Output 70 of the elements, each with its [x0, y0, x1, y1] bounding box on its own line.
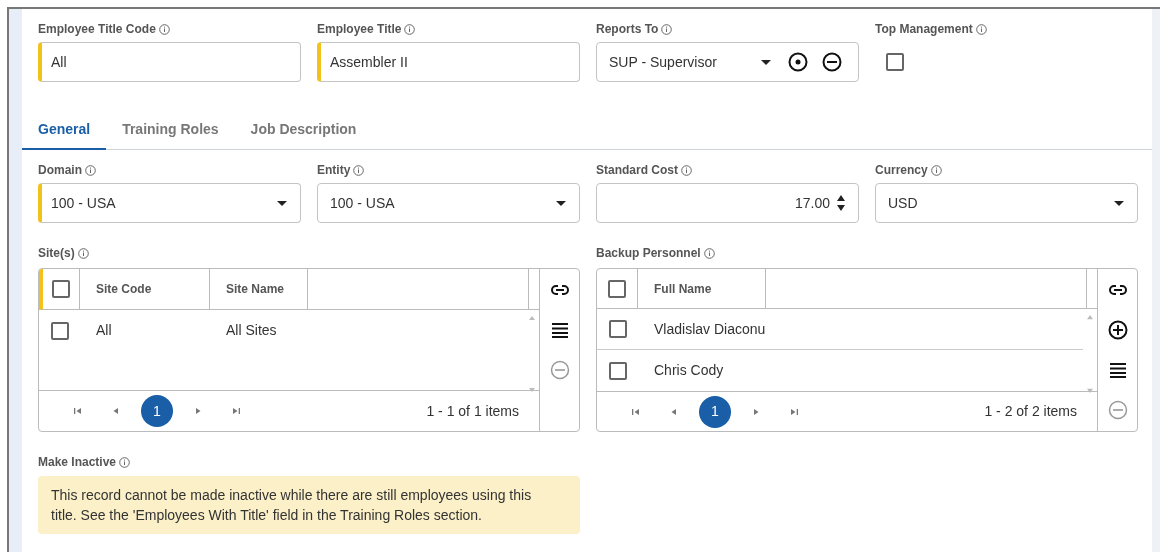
- info-icon[interactable]: [85, 164, 96, 176]
- page-button[interactable]: 1: [699, 395, 731, 428]
- remove-icon[interactable]: [822, 52, 842, 72]
- row-checkbox[interactable]: [608, 361, 627, 380]
- last-page-icon[interactable]: [789, 406, 799, 417]
- info-icon[interactable]: [975, 23, 987, 35]
- input-field[interactable]: Assembler II: [317, 42, 580, 82]
- input-field[interactable]: All: [38, 42, 301, 82]
- select-all-checkbox[interactable]: [608, 279, 626, 298]
- table-cell-text: Vladislav Diaconu: [653, 319, 767, 339]
- field-label: Currency: [875, 162, 928, 178]
- table-cell-text: All Sites: [225, 321, 278, 340]
- info-icon[interactable]: [703, 247, 715, 259]
- info-icon[interactable]: [353, 164, 365, 176]
- scrollbar[interactable]: [528, 314, 536, 394]
- column-header[interactable]: Site Name: [210, 269, 308, 309]
- tab[interactable]: Training Roles: [106, 110, 235, 150]
- field-label: Domain: [38, 162, 82, 178]
- column-header[interactable]: Full Name: [638, 269, 766, 308]
- row-checkbox[interactable]: [608, 320, 627, 338]
- dropdown-caret-icon[interactable]: [1113, 199, 1125, 207]
- dropdown-field[interactable]: USD: [875, 183, 1138, 223]
- field-label: Employee Title Code: [38, 21, 156, 37]
- field-label: Entity: [317, 162, 351, 178]
- tab[interactable]: General: [22, 110, 107, 150]
- checkbox[interactable]: [886, 53, 904, 71]
- previous-page-icon[interactable]: [669, 406, 679, 417]
- field-label: Site(s): [38, 245, 75, 261]
- first-page-icon[interactable]: [73, 406, 83, 416]
- info-icon[interactable]: [77, 247, 89, 259]
- scrollbar[interactable]: [1086, 313, 1094, 395]
- spinner-icon[interactable]: [836, 193, 846, 213]
- info-icon[interactable]: [930, 164, 942, 176]
- field-label: Backup Personnel: [596, 245, 701, 261]
- pager-summary: 1 - 1 of 1 items: [426, 401, 519, 421]
- table-cell-text: All: [95, 321, 113, 340]
- warning-message: This record cannot be made inactive while there are still employees using this title. See the 'Employees With Title' field in the Training Roles section.: [38, 476, 580, 534]
- add-icon[interactable]: [1107, 320, 1128, 340]
- previous-page-icon[interactable]: [111, 406, 121, 416]
- field-label: Standard Cost: [596, 162, 678, 178]
- dropdown-field[interactable]: 100 - USA: [38, 183, 301, 223]
- first-page-icon[interactable]: [631, 406, 641, 417]
- info-icon[interactable]: [661, 23, 673, 35]
- field-label: Employee Title: [317, 21, 402, 37]
- number-field[interactable]: 17.00: [596, 183, 859, 223]
- pager-summary: 1 - 2 of 2 items: [984, 402, 1077, 421]
- info-icon[interactable]: [404, 23, 416, 35]
- select-all-checkbox[interactable]: [52, 280, 70, 298]
- info-icon[interactable]: [119, 456, 131, 468]
- list-icon[interactable]: [549, 320, 570, 340]
- field-label: Reports To: [596, 21, 659, 37]
- target-icon[interactable]: [788, 52, 808, 72]
- list-icon[interactable]: [1107, 360, 1128, 380]
- next-page-icon[interactable]: [193, 406, 203, 416]
- table-cell-text: Chris Cody: [653, 361, 725, 380]
- row-checkbox[interactable]: [50, 321, 69, 340]
- info-icon[interactable]: [681, 164, 692, 176]
- field-label: Top Management: [875, 21, 973, 37]
- dropdown-field[interactable]: 100 - USA: [317, 183, 580, 223]
- last-page-icon[interactable]: [231, 406, 241, 416]
- next-page-icon[interactable]: [751, 406, 761, 417]
- column-header[interactable]: Site Code: [80, 269, 210, 309]
- dropdown-caret-icon[interactable]: [555, 199, 567, 207]
- dropdown-caret-icon[interactable]: [760, 58, 772, 66]
- info-icon[interactable]: [158, 23, 170, 35]
- tab[interactable]: Job Description: [234, 110, 373, 150]
- lookup-field[interactable]: SUP - Supervisor: [596, 42, 859, 82]
- field-label: Make Inactive: [38, 454, 117, 470]
- dropdown-caret-icon[interactable]: [276, 199, 288, 207]
- page-button[interactable]: 1: [141, 395, 173, 427]
